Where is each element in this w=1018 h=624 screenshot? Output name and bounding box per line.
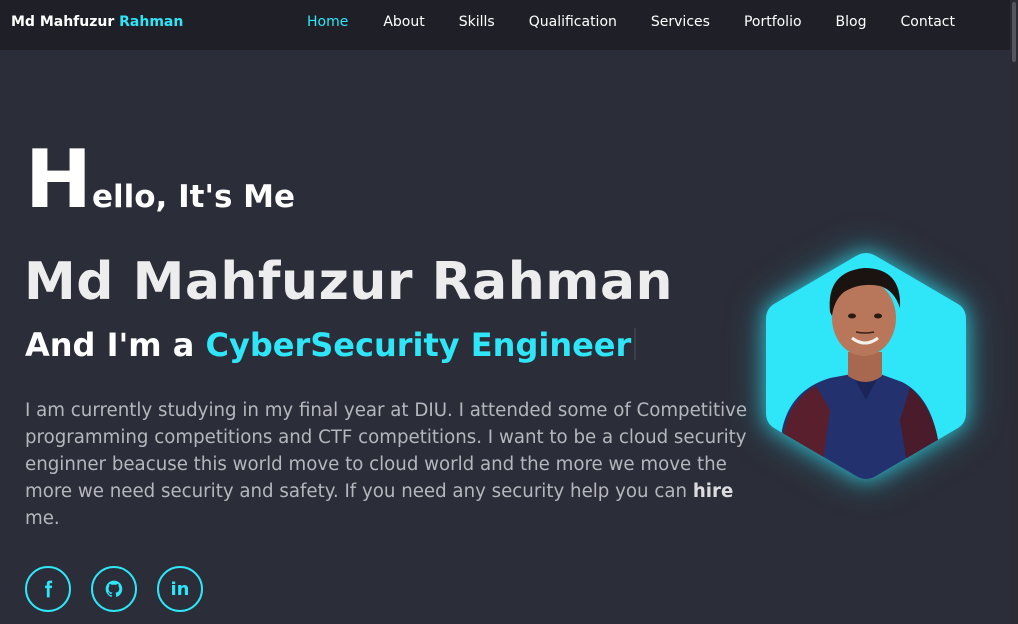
about-after: me. — [25, 508, 60, 529]
nav-about[interactable]: About — [383, 14, 424, 30]
site-header: Md Mahfuzur Rahman Home About Skills Qua… — [0, 0, 1010, 50]
hello-rest: ello, It's Me — [91, 179, 296, 215]
hexagon-portrait — [766, 253, 966, 479]
profile-photo — [760, 250, 972, 482]
role-typed: CyberSecurity Engineer — [205, 326, 632, 364]
hero-name: Md Mahfuzur Rahman — [24, 252, 674, 312]
linkedin-icon: in — [170, 578, 190, 600]
social-links: in — [25, 566, 203, 612]
github-icon — [105, 580, 123, 597]
hello-heading: Hello, It's Me — [25, 140, 295, 220]
about-before: I am currently studying in my final year… — [25, 400, 748, 502]
linkedin-link[interactable]: in — [157, 566, 203, 612]
scrollbar-thumb[interactable] — [1012, 2, 1016, 62]
nav-home[interactable]: Home — [307, 14, 348, 30]
about-text: I am currently studying in my final year… — [25, 397, 753, 532]
logo-accent: Rahman — [119, 14, 184, 30]
role-prefix: And I'm a — [25, 326, 195, 364]
typing-cursor — [634, 328, 637, 360]
main-nav: Home About Skills Qualification Services… — [307, 14, 955, 30]
nav-blog[interactable]: Blog — [836, 14, 867, 30]
hero-role: And I'm a CyberSecurity Engineer — [25, 326, 637, 364]
nav-portfolio[interactable]: Portfolio — [744, 14, 802, 30]
hello-initial: H — [25, 133, 92, 226]
page-scrollbar[interactable] — [1010, 0, 1018, 624]
nav-contact[interactable]: Contact — [900, 14, 954, 30]
nav-services[interactable]: Services — [651, 14, 710, 30]
logo-first: Md Mahfuzur — [11, 14, 115, 30]
facebook-link[interactable] — [25, 566, 71, 612]
about-bold: hire — [692, 481, 734, 502]
site-logo[interactable]: Md Mahfuzur Rahman — [11, 14, 183, 30]
nav-skills[interactable]: Skills — [459, 14, 495, 30]
facebook-icon — [45, 580, 53, 598]
nav-qualification[interactable]: Qualification — [529, 14, 617, 30]
github-link[interactable] — [91, 566, 137, 612]
